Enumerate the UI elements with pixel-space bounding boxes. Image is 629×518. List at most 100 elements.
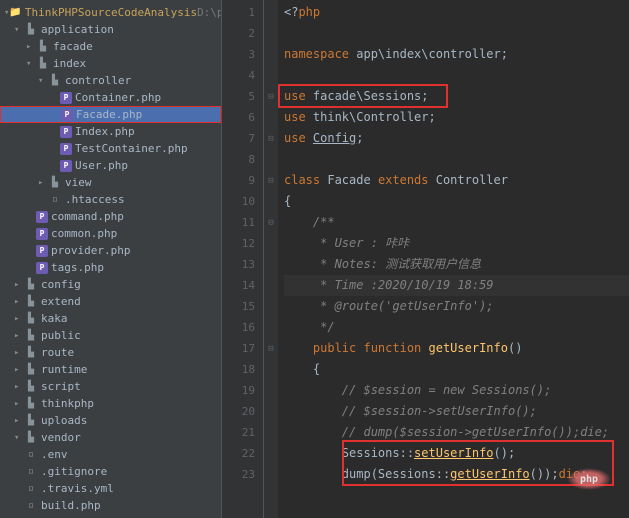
code-line[interactable]: namespace app\index\controller; xyxy=(284,44,629,65)
fold-marker-icon xyxy=(264,317,278,338)
tree-item-config[interactable]: ▸▙config xyxy=(0,276,221,293)
tree-item-label: command.php xyxy=(51,210,124,223)
line-number: 9 xyxy=(224,170,255,191)
tree-item--gitignore[interactable]: ▫.gitignore xyxy=(0,463,221,480)
fold-marker-icon xyxy=(264,2,278,23)
tree-item-label: User.php xyxy=(75,159,128,172)
code-line[interactable]: class Facade extends Controller xyxy=(284,170,629,191)
line-number: 3 xyxy=(224,44,255,65)
fold-marker-icon[interactable]: ⊟ xyxy=(264,170,278,191)
tree-item-Container-php[interactable]: PContainer.php xyxy=(0,89,221,106)
file-icon: ▫ xyxy=(48,193,62,207)
folder-icon: ▙ xyxy=(48,74,62,88)
code-editor[interactable]: 1234567891011121314151617181920212223 ⊟⊟… xyxy=(222,0,629,518)
tree-item-facade[interactable]: ▸▙facade xyxy=(0,38,221,55)
tree-root[interactable]: ▾📁ThinkPHPSourceCodeAnalysis D:\phpstudy… xyxy=(0,4,221,21)
fold-marker-icon xyxy=(264,23,278,44)
code-line[interactable]: /** xyxy=(284,212,629,233)
code-line[interactable]: <?php xyxy=(284,2,629,23)
folder-icon: ▙ xyxy=(48,176,62,190)
tree-item-route[interactable]: ▸▙route xyxy=(0,344,221,361)
fold-marker-icon xyxy=(264,149,278,170)
tree-item-label: .gitignore xyxy=(41,465,107,478)
expand-arrow-icon: ▾ xyxy=(14,25,24,35)
code-line[interactable]: // $session->setUserInfo(); xyxy=(284,401,629,422)
folder-icon: ▙ xyxy=(24,23,38,37)
tree-item-uploads[interactable]: ▸▙uploads xyxy=(0,412,221,429)
tree-item-label: Container.php xyxy=(75,91,161,104)
code-line[interactable]: * Time :2020/10/19 18:59 xyxy=(284,275,629,296)
fold-marker-icon[interactable]: ⊟ xyxy=(264,338,278,359)
tree-item--htaccess[interactable]: ▫.htaccess xyxy=(0,191,221,208)
tree-item-extend[interactable]: ▸▙extend xyxy=(0,293,221,310)
fold-marker-icon xyxy=(264,107,278,128)
tree-item-controller[interactable]: ▾▙controller xyxy=(0,72,221,89)
code-line[interactable] xyxy=(284,23,629,44)
tree-item-CHANGELOG-md[interactable]: ▤CHANGELOG.md xyxy=(0,514,221,518)
code-line[interactable]: { xyxy=(284,191,629,212)
tree-item-command-php[interactable]: Pcommand.php xyxy=(0,208,221,225)
code-line[interactable] xyxy=(284,65,629,86)
tree-item-label: TestContainer.php xyxy=(75,142,188,155)
expand-arrow-icon: ▾ xyxy=(26,59,36,69)
code-line[interactable]: public function getUserInfo() xyxy=(284,338,629,359)
folder-icon: 📁 xyxy=(9,6,21,20)
tree-item-script[interactable]: ▸▙script xyxy=(0,378,221,395)
tree-item-provider-php[interactable]: Pprovider.php xyxy=(0,242,221,259)
tree-item-User-php[interactable]: PUser.php xyxy=(0,157,221,174)
expand-arrow-icon: ▸ xyxy=(26,42,36,52)
code-area[interactable]: php <?php namespace app\index\controller;… xyxy=(278,0,629,518)
code-line[interactable]: * @route('getUserInfo'); xyxy=(284,296,629,317)
fold-marker-icon xyxy=(264,44,278,65)
tree-item-label: .env xyxy=(41,448,68,461)
code-line[interactable]: use Config; xyxy=(284,128,629,149)
code-line[interactable]: use think\Controller; xyxy=(284,107,629,128)
tree-item-tags-php[interactable]: Ptags.php xyxy=(0,259,221,276)
code-line[interactable]: use facade\Sessions; xyxy=(284,86,629,107)
line-number: 10 xyxy=(224,191,255,212)
tree-item-build-php[interactable]: ▫build.php xyxy=(0,497,221,514)
tree-item-label: thinkphp xyxy=(41,397,94,410)
tree-item-view[interactable]: ▸▙view xyxy=(0,174,221,191)
code-line[interactable]: // dump($session->getUserInfo());die; xyxy=(284,422,629,443)
line-number: 1 xyxy=(224,2,255,23)
folder-icon: ▙ xyxy=(36,57,50,71)
fold-marker-icon[interactable]: ⊟ xyxy=(264,212,278,233)
code-line[interactable] xyxy=(284,149,629,170)
line-number: 2 xyxy=(224,23,255,44)
fold-gutter[interactable]: ⊟ ⊟ ⊟ ⊟ ⊟ xyxy=(264,0,278,518)
fold-marker-icon[interactable]: ⊟ xyxy=(264,86,278,107)
tree-item-index[interactable]: ▾▙index xyxy=(0,55,221,72)
tree-item-runtime[interactable]: ▸▙runtime xyxy=(0,361,221,378)
tree-item-kaka[interactable]: ▸▙kaka xyxy=(0,310,221,327)
tree-item-Facade-php[interactable]: PFacade.php xyxy=(0,106,221,123)
tree-item-vendor[interactable]: ▾▙vendor xyxy=(0,429,221,446)
tree-item-application[interactable]: ▾▙application xyxy=(0,21,221,38)
tree-item-thinkphp[interactable]: ▸▙thinkphp xyxy=(0,395,221,412)
code-line[interactable]: { xyxy=(284,359,629,380)
line-number: 22 xyxy=(224,443,255,464)
file-icon: ▫ xyxy=(24,448,38,462)
fold-marker-icon xyxy=(264,422,278,443)
code-line[interactable]: // $session = new Sessions(); xyxy=(284,380,629,401)
code-line[interactable]: * User : 咔咔 xyxy=(284,233,629,254)
tree-item-common-php[interactable]: Pcommon.php xyxy=(0,225,221,242)
code-line[interactable]: * Notes: 测试获取用户信息 xyxy=(284,254,629,275)
code-line[interactable]: Sessions::setUserInfo(); xyxy=(284,443,629,464)
fold-marker-icon[interactable]: ⊟ xyxy=(264,128,278,149)
tree-item--travis-yml[interactable]: ▫.travis.yml xyxy=(0,480,221,497)
tree-item-label: index xyxy=(53,57,86,70)
line-number: 8 xyxy=(224,149,255,170)
tree-item-Index-php[interactable]: PIndex.php xyxy=(0,123,221,140)
folder-icon: ▙ xyxy=(24,431,38,445)
fold-marker-icon xyxy=(264,275,278,296)
tree-item-public[interactable]: ▸▙public xyxy=(0,327,221,344)
tree-item-label: route xyxy=(41,346,74,359)
folder-icon: ▙ xyxy=(24,363,38,377)
tree-item--env[interactable]: ▫.env xyxy=(0,446,221,463)
line-number: 23 xyxy=(224,464,255,485)
code-line[interactable]: */ xyxy=(284,317,629,338)
watermark-icon: php xyxy=(567,468,611,490)
tree-item-label: .htaccess xyxy=(65,193,125,206)
tree-item-TestContainer-php[interactable]: PTestContainer.php xyxy=(0,140,221,157)
